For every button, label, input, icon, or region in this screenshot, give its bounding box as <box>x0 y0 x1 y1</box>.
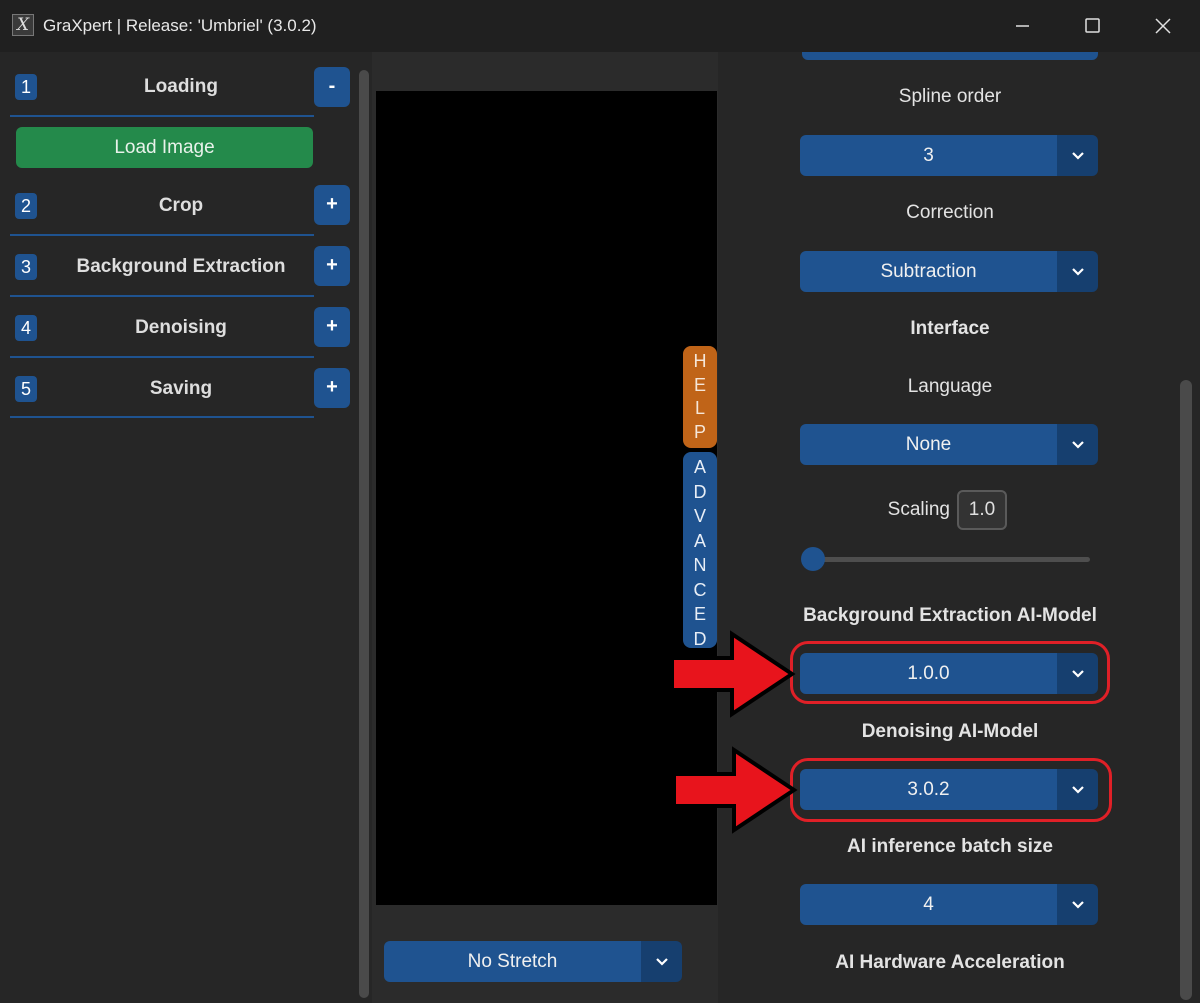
step-title-crop[interactable]: Crop <box>31 193 331 219</box>
chevron-down-icon[interactable] <box>1057 769 1098 810</box>
annotation-arrow-icon <box>672 746 798 834</box>
step-divider <box>10 115 314 117</box>
minimize-icon <box>1016 25 1029 27</box>
help-tab-letter: E <box>693 374 706 395</box>
chevron-down-icon[interactable] <box>1057 884 1098 925</box>
step-expand-button-saving[interactable]: + <box>314 368 350 408</box>
step-expand-button-background-extraction[interactable]: + <box>314 246 350 286</box>
denoise-model-label: Denoising AI-Model <box>861 721 1039 742</box>
close-button[interactable] <box>1140 8 1186 44</box>
advanced-tab-letter: C <box>693 579 707 600</box>
previous-select-bottom[interactable] <box>802 52 1098 60</box>
image-canvas[interactable] <box>376 91 717 905</box>
scaling-slider-track[interactable] <box>812 557 1090 562</box>
advanced-tab-letter: A <box>693 530 706 551</box>
denoise-model-value: 3.0.2 <box>800 769 1057 810</box>
language-value: None <box>800 424 1057 465</box>
interface-heading: Interface <box>910 318 990 339</box>
step-title-background-extraction[interactable]: Background Extraction <box>31 254 331 280</box>
step-divider <box>10 234 314 236</box>
scaling-label: Scaling <box>887 499 950 520</box>
chevron-down-icon[interactable] <box>1057 251 1098 292</box>
step-divider <box>10 416 314 418</box>
language-label: Language <box>907 376 993 397</box>
step-divider <box>10 356 314 358</box>
advanced-tab-letter: N <box>693 555 707 575</box>
scaling-slider-handle[interactable] <box>801 547 825 571</box>
stretch-select[interactable]: No Stretch <box>384 941 682 982</box>
window-title: GraXpert | Release: 'Umbriel' (3.0.2) <box>43 16 317 35</box>
help-tab-letter: H <box>693 351 707 371</box>
chevron-down-icon[interactable] <box>1057 135 1098 176</box>
advanced-tab-letter: V <box>693 506 706 526</box>
chevron-down-icon[interactable] <box>641 941 682 982</box>
load-image-button[interactable]: Load Image <box>16 127 313 168</box>
correction-select[interactable]: Subtraction <box>800 251 1098 292</box>
bg-model-value: 1.0.0 <box>800 653 1057 694</box>
chevron-down-icon[interactable] <box>1057 653 1098 694</box>
advanced-tab-letter: D <box>693 481 707 502</box>
step-title-saving[interactable]: Saving <box>31 376 331 402</box>
batch-size-label: AI inference batch size <box>847 836 1053 857</box>
app-logo-icon: X <box>12 14 34 36</box>
maximize-icon <box>1085 18 1100 33</box>
help-tab[interactable]: H E L P <box>683 346 717 448</box>
minimize-button[interactable] <box>1000 8 1046 44</box>
scaling-value-field[interactable]: 1.0 <box>957 490 1007 530</box>
bg-model-label: Background Extraction AI-Model <box>803 605 1097 626</box>
help-tab-letter: L <box>694 398 705 418</box>
advanced-tab-letter: A <box>693 457 706 477</box>
step-title-loading[interactable]: Loading <box>31 74 331 100</box>
bg-model-select[interactable]: 1.0.0 <box>800 653 1098 694</box>
step-collapse-button-loading[interactable]: - <box>314 67 350 107</box>
batch-size-select[interactable]: 4 <box>800 884 1098 925</box>
right-scrollbar[interactable] <box>1180 380 1192 1000</box>
language-select[interactable]: None <box>800 424 1098 465</box>
step-title-denoising[interactable]: Denoising <box>31 315 331 341</box>
close-icon <box>1155 18 1171 34</box>
correction-label: Correction <box>906 202 994 223</box>
left-scrollbar[interactable] <box>359 70 369 998</box>
batch-size-value: 4 <box>800 884 1057 925</box>
stretch-value: No Stretch <box>384 941 641 982</box>
spline-order-select[interactable]: 3 <box>800 135 1098 176</box>
advanced-tab[interactable]: A D V A N C E D <box>683 452 717 649</box>
step-expand-button-crop[interactable]: + <box>314 185 350 225</box>
chevron-down-icon[interactable] <box>1057 424 1098 465</box>
annotation-arrow-icon <box>670 630 796 718</box>
advanced-tab-letter: E <box>693 604 706 624</box>
help-tab-letter: P <box>693 421 706 442</box>
maximize-button[interactable] <box>1070 8 1116 44</box>
spline-order-value: 3 <box>800 135 1057 176</box>
step-expand-button-denoising[interactable]: + <box>314 307 350 347</box>
denoise-model-select[interactable]: 3.0.2 <box>800 769 1098 810</box>
hw-accel-label: AI Hardware Acceleration <box>835 952 1065 973</box>
spline-order-label: Spline order <box>898 86 1002 107</box>
correction-value: Subtraction <box>800 251 1057 292</box>
step-divider <box>10 295 314 297</box>
